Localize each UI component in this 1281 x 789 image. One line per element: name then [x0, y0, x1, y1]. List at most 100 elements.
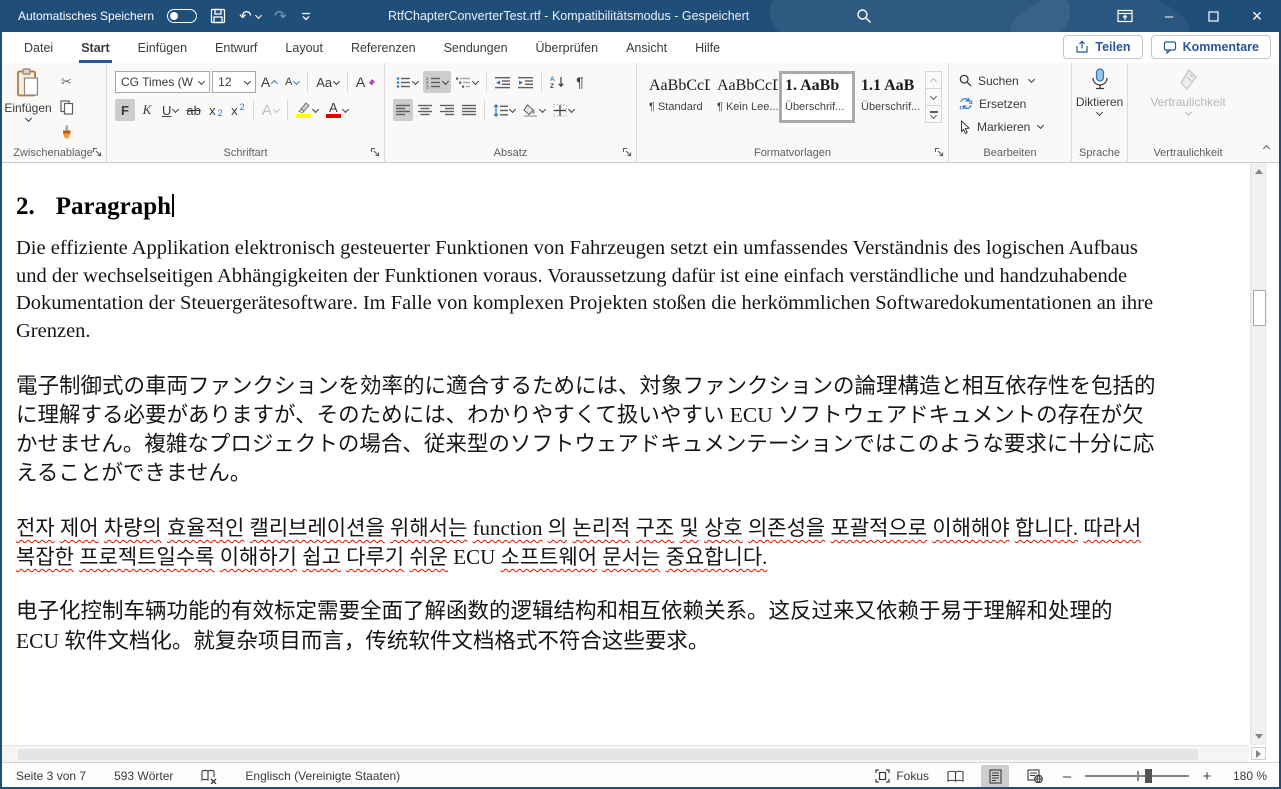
styles-dialog-launcher[interactable] [933, 146, 945, 158]
paragraph-japanese[interactable]: 電子制御式の車両ファンクションを効率的に適合するためには、対象ファンクションの論… [16, 372, 1160, 488]
focus-button[interactable]: Fokus [875, 769, 929, 783]
autosave-toggle[interactable] [167, 9, 197, 23]
copy-button[interactable] [56, 96, 77, 118]
tab-einf-gen[interactable]: Einfügen [124, 32, 201, 63]
strikethrough-button[interactable]: ab [183, 99, 203, 121]
zoom-in-button[interactable]: + [1201, 768, 1213, 785]
share-button[interactable]: Teilen [1063, 35, 1142, 59]
zoom-out-button[interactable]: – [1061, 768, 1073, 785]
shading-button[interactable] [520, 99, 548, 121]
web-layout-button[interactable] [1021, 765, 1049, 788]
styles-scroll-down-button[interactable] [926, 89, 941, 106]
format-painter-button[interactable] [56, 121, 77, 143]
change-case-button[interactable]: Aa [313, 71, 342, 93]
undo-button[interactable]: ↶ [239, 7, 261, 25]
zoom-slider-thumb[interactable] [1145, 769, 1152, 783]
styles-more-button[interactable] [926, 106, 941, 122]
read-mode-button[interactable] [941, 765, 969, 788]
tab-entwurf[interactable]: Entwurf [201, 32, 271, 63]
sensitivity-button[interactable]: Vertraulichkeit [1128, 63, 1248, 115]
align-left-button[interactable] [393, 99, 413, 121]
tab-start[interactable]: Start [67, 32, 123, 63]
zoom-level[interactable]: 180 % [1225, 769, 1267, 783]
subscript-button[interactable]: x2 [206, 99, 226, 121]
grow-font-button[interactable]: A [258, 71, 280, 93]
language-indicator[interactable]: Englisch (Vereinigte Staaten) [245, 769, 400, 783]
collapse-ribbon-button[interactable] [1264, 138, 1269, 156]
multilevel-list-button[interactable] [453, 71, 481, 93]
redo-button[interactable]: ↷ [274, 9, 287, 24]
save-icon[interactable] [210, 8, 226, 24]
decrease-indent-button[interactable] [492, 71, 513, 93]
comments-button[interactable]: Kommentare [1151, 35, 1271, 59]
cut-button[interactable]: ✂ [56, 71, 77, 93]
minimize-button[interactable]: – [1147, 0, 1191, 32]
font-size-combo[interactable]: 12 [212, 71, 256, 93]
clipboard-dialog-launcher[interactable] [91, 146, 103, 158]
text-effects-button[interactable]: A [259, 99, 282, 121]
replace-button[interactable]: bc Ersetzen [959, 94, 1071, 113]
tab-referenzen[interactable]: Referenzen [337, 32, 430, 63]
tab-ansicht[interactable]: Ansicht [612, 32, 681, 63]
horizontal-scrollbar-thumb[interactable] [18, 749, 1198, 760]
print-layout-button[interactable] [981, 765, 1009, 788]
page-indicator[interactable]: Seite 3 von 7 [16, 769, 86, 783]
italic-button[interactable]: K [137, 99, 157, 121]
font-color-button[interactable]: A [323, 99, 351, 121]
scroll-down-arrow[interactable] [1251, 734, 1267, 739]
paste-button[interactable]: Einfügen [0, 63, 56, 143]
style-card-1[interactable]: AaBbCcDd¶ Standard [643, 71, 711, 123]
borders-button[interactable] [550, 99, 577, 121]
numbering-button[interactable]: 123 [423, 71, 451, 93]
proofing-status-icon[interactable] [201, 769, 217, 784]
line-spacing-button[interactable] [490, 99, 518, 121]
heading-number: 2. [16, 193, 35, 220]
find-button[interactable]: Suchen [959, 71, 1071, 90]
horizontal-scrollbar[interactable] [0, 745, 1249, 762]
ribbon-display-options-icon[interactable] [1103, 0, 1147, 32]
superscript-button[interactable]: x2 [228, 99, 248, 121]
close-button[interactable]: × [1235, 0, 1279, 32]
zoom-slider[interactable] [1085, 768, 1189, 784]
tab-hilfe[interactable]: Hilfe [681, 32, 734, 63]
heading[interactable]: 2.Paragraph [16, 193, 1160, 221]
bullets-button[interactable] [393, 71, 421, 93]
select-button[interactable]: Markieren [959, 117, 1071, 136]
justify-button[interactable] [459, 99, 479, 121]
paragraph-german[interactable]: Die effiziente Applikation elektronisch … [16, 235, 1160, 345]
tab-datei[interactable]: Datei [10, 32, 67, 63]
align-center-button[interactable] [415, 99, 435, 121]
font-dialog-launcher[interactable] [369, 146, 381, 158]
bold-button[interactable]: F [115, 99, 135, 121]
tab-sendungen[interactable]: Sendungen [430, 32, 522, 63]
vertical-scrollbar[interactable] [1250, 163, 1267, 745]
style-card-2[interactable]: AaBbCcDd¶ Kein Lee... [711, 71, 779, 123]
paragraph-dialog-launcher[interactable] [621, 146, 633, 158]
vertical-scrollbar-thumb[interactable] [1253, 290, 1266, 326]
shrink-font-button[interactable]: A [282, 71, 302, 93]
style-card-3[interactable]: 1. AaBbÜberschrif... [779, 71, 855, 123]
clear-formatting-button[interactable]: A [353, 71, 378, 93]
show-paragraph-marks-button[interactable]: ¶ [570, 71, 590, 93]
word-count[interactable]: 593 Wörter [114, 769, 173, 783]
tab-layout[interactable]: Layout [271, 32, 337, 63]
style-card-4[interactable]: 1.1 AaBÜberschrif... [855, 71, 923, 123]
font-name-combo[interactable]: CG Times (W [115, 71, 210, 93]
scroll-up-arrow[interactable] [1255, 169, 1263, 174]
sort-button[interactable]: AZ [547, 71, 568, 93]
document-page[interactable]: 2.Paragraph Die effiziente Applikation e… [0, 163, 1160, 656]
paragraph-korean[interactable]: 전자 제어 차량의 효율적인 캘리브레이션을 위해서는 function 의 논… [16, 514, 1160, 572]
tab--berpr-fen[interactable]: Überprüfen [522, 32, 613, 63]
paragraph-chinese[interactable]: 电子化控制车辆功能的有效标定需要全面了解函数的逻辑结构和相互依赖关系。这反过来又… [16, 597, 1160, 656]
maximize-button[interactable] [1191, 0, 1235, 32]
dictate-button[interactable]: Diktieren [1072, 63, 1127, 115]
document-area[interactable]: 2.Paragraph Die effiziente Applikation e… [0, 163, 1281, 745]
increase-indent-button[interactable] [515, 71, 536, 93]
align-right-button[interactable] [437, 99, 457, 121]
underline-button[interactable]: U [159, 99, 181, 121]
scroll-right-button[interactable] [1251, 747, 1266, 760]
styles-scroll-up-button[interactable] [926, 72, 941, 89]
quick-access-toolbar-icon[interactable] [300, 10, 312, 22]
text-highlight-button[interactable] [293, 99, 321, 121]
search-icon[interactable] [856, 8, 872, 24]
